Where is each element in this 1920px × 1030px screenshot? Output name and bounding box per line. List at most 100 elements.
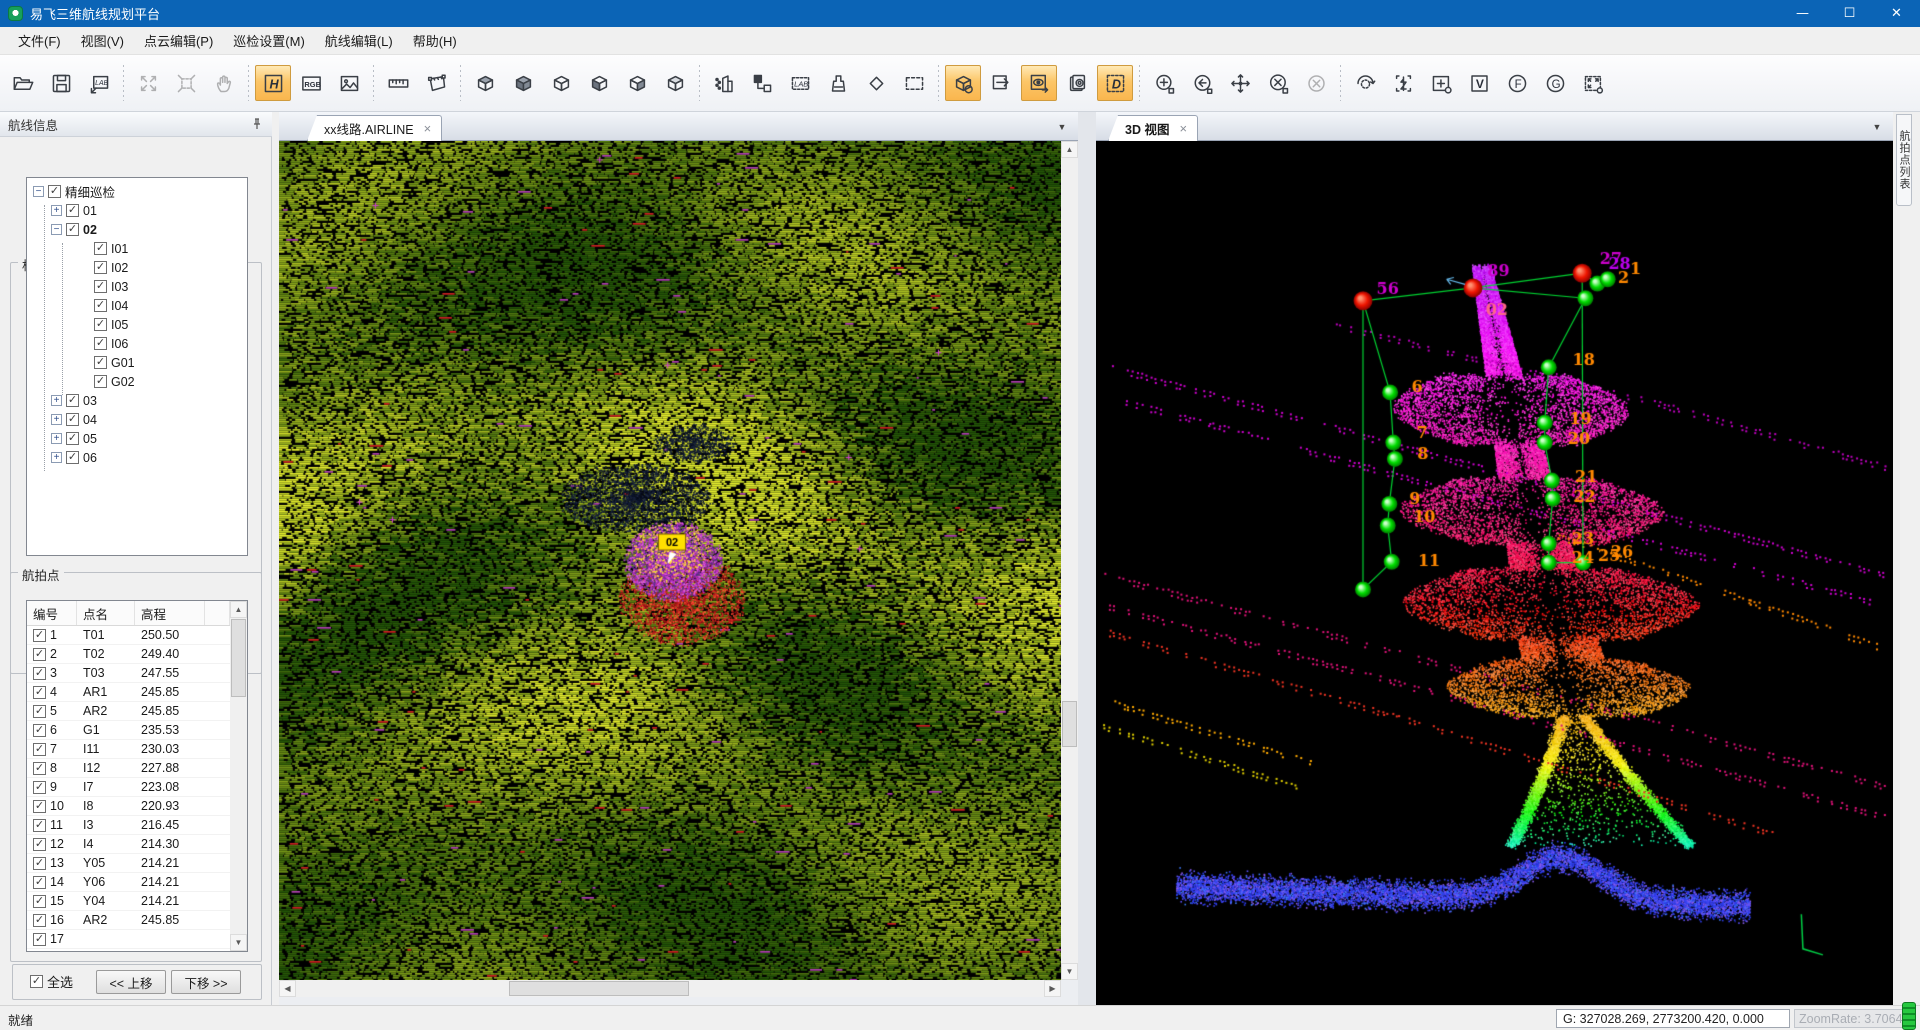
tree-checkbox[interactable]: ✓: [94, 299, 107, 312]
table-row-12[interactable]: ✓12I4214.30: [27, 835, 230, 854]
tab-3d-view[interactable]: 3D 视图 ×: [1108, 115, 1198, 141]
table-row-7[interactable]: ✓7I11230.03: [27, 740, 230, 759]
tree-checkbox[interactable]: ✓: [94, 356, 107, 369]
move-down-button[interactable]: 下移 >>: [171, 970, 241, 994]
toolbar-button-view-back-cube-icon[interactable]: [657, 65, 693, 101]
tree-item-I03[interactable]: ✓I03: [27, 277, 247, 296]
pin-icon[interactable]: [250, 117, 264, 131]
tree-item-04[interactable]: +✓04: [27, 410, 247, 429]
table-header-3[interactable]: 高程: [135, 601, 205, 625]
toolbar-button-v-tool[interactable]: V: [1461, 65, 1497, 101]
expand-toggle-icon[interactable]: +: [51, 414, 62, 425]
row-checkbox[interactable]: ✓: [33, 895, 46, 908]
tree-checkbox[interactable]: ✓: [94, 242, 107, 255]
toolbar-button-save-file-icon[interactable]: [43, 65, 79, 101]
table-scrollbar[interactable]: ▲ ▼: [230, 601, 247, 951]
view-3d-canvas[interactable]: [1096, 141, 1893, 1005]
table-row-16[interactable]: ✓16AR2245.85: [27, 911, 230, 930]
toolbar-button-view-right-cube-icon[interactable]: [581, 65, 617, 101]
toolbar-button-delete-point-icon[interactable]: [1260, 65, 1296, 101]
h-scroll-left-icon[interactable]: ◀: [279, 980, 296, 997]
v-scroll-down-icon[interactable]: ▼: [1061, 963, 1078, 980]
tree-item-I04[interactable]: ✓I04: [27, 296, 247, 315]
toolbar-button-view-left-cube-icon[interactable]: [543, 65, 579, 101]
toolbar-button-export-lab-icon[interactable]: LAB: [81, 65, 117, 101]
menu-item-2[interactable]: 视图(V): [71, 27, 134, 54]
table-header-1[interactable]: 编号: [27, 601, 77, 625]
toolbar-button-f-tool[interactable]: F: [1499, 65, 1535, 101]
expand-toggle-icon[interactable]: +: [51, 452, 62, 463]
toolbar-button-clean-points-icon[interactable]: [820, 65, 856, 101]
toolbar-button-rect-select-icon[interactable]: [896, 65, 932, 101]
toolbar-button-view-top-cube-icon[interactable]: [467, 65, 503, 101]
row-checkbox[interactable]: ✓: [33, 914, 46, 927]
tree-item-I05[interactable]: ✓I05: [27, 315, 247, 334]
select-all-checkbox[interactable]: ✓: [30, 975, 43, 988]
tree-checkbox[interactable]: ✓: [66, 413, 79, 426]
select-all-control[interactable]: ✓ 全选: [30, 972, 73, 991]
h-scroll-thumb[interactable]: [509, 981, 689, 996]
toolbar-button-rotate-view-icon[interactable]: [1347, 65, 1383, 101]
table-row-14[interactable]: ✓14Y06214.21: [27, 873, 230, 892]
menu-item-5[interactable]: 航线编辑(L): [315, 27, 403, 54]
tree-checkbox[interactable]: ✓: [66, 451, 79, 464]
row-checkbox[interactable]: ✓: [33, 819, 46, 832]
row-checkbox[interactable]: ✓: [33, 762, 46, 775]
tree-item-06[interactable]: +✓06: [27, 448, 247, 467]
view-2d-vscrollbar[interactable]: ▲ ▼: [1061, 141, 1078, 980]
tree-item-G01[interactable]: ✓G01: [27, 353, 247, 372]
h-scroll-right-icon[interactable]: ▶: [1044, 980, 1061, 997]
row-checkbox[interactable]: ✓: [33, 781, 46, 794]
table-row-17[interactable]: ✓17: [27, 930, 230, 949]
row-checkbox[interactable]: ✓: [33, 838, 46, 851]
row-checkbox[interactable]: ✓: [33, 686, 46, 699]
tree-checkbox[interactable]: ✓: [94, 375, 107, 388]
table-row-4[interactable]: ✓4AR1245.85: [27, 683, 230, 702]
table-scroll-down-icon[interactable]: ▼: [230, 934, 247, 951]
tab-3d-close-icon[interactable]: ×: [1179, 121, 1187, 136]
toolbar-button-view-front-cube-icon[interactable]: [619, 65, 655, 101]
tree-checkbox[interactable]: ✓: [94, 337, 107, 350]
row-checkbox[interactable]: ✓: [33, 629, 46, 642]
table-row-3[interactable]: ✓3T03247.55: [27, 664, 230, 683]
row-checkbox[interactable]: ✓: [33, 648, 46, 661]
maximize-button[interactable]: ☐: [1826, 0, 1873, 27]
toolbar-button-height-render-icon[interactable]: H: [255, 65, 291, 101]
toolbar-button-measure-area-icon[interactable]: [418, 65, 454, 101]
toolbar-button-clip-box-icon[interactable]: [945, 65, 981, 101]
view-2d-canvas[interactable]: [279, 141, 1061, 980]
expand-toggle-icon[interactable]: +: [51, 395, 62, 406]
toolbar-button-open-file-icon[interactable]: [5, 65, 41, 101]
menu-item-3[interactable]: 点云编辑(P): [134, 27, 223, 54]
toolbar-button-tower-focus-icon[interactable]: [1385, 65, 1421, 101]
table-row-15[interactable]: ✓15Y04214.21: [27, 892, 230, 911]
tab-2d-dropdown-icon[interactable]: ▼: [1054, 120, 1070, 134]
toolbar-button-move-point-icon[interactable]: [1222, 65, 1258, 101]
table-row-5[interactable]: ✓5AR2245.85: [27, 702, 230, 721]
minimize-button[interactable]: —: [1779, 0, 1826, 27]
table-row-11[interactable]: ✓11I3216.45: [27, 816, 230, 835]
tree-item-G02[interactable]: ✓G02: [27, 372, 247, 391]
v-scroll-up-icon[interactable]: ▲: [1061, 141, 1078, 158]
toolbar-button-g-tool[interactable]: G: [1537, 65, 1573, 101]
side-dock-tab[interactable]: 航拍点列表: [1896, 114, 1912, 206]
tree-item-I06[interactable]: ✓I06: [27, 334, 247, 353]
expand-toggle-icon[interactable]: +: [51, 433, 62, 444]
tree-item-I01[interactable]: ✓I01: [27, 239, 247, 258]
toolbar-button-label-edit-icon[interactable]: LAB: [782, 65, 818, 101]
tree-item-03[interactable]: +✓03: [27, 391, 247, 410]
tree-checkbox[interactable]: ✓: [66, 204, 79, 217]
toolbar-button-erase-points-icon[interactable]: [858, 65, 894, 101]
toolbar-button-export-selection[interactable]: [983, 65, 1019, 101]
toolbar-button-classify-points-icon[interactable]: [706, 65, 742, 101]
close-button[interactable]: ✕: [1873, 0, 1920, 27]
toolbar-button-view-selection[interactable]: [1021, 65, 1057, 101]
toolbar-button-view-bottom-cube-icon[interactable]: [505, 65, 541, 101]
row-checkbox[interactable]: ✓: [33, 933, 46, 946]
menu-item-1[interactable]: 文件(F): [8, 27, 71, 54]
row-checkbox[interactable]: ✓: [33, 724, 46, 737]
toolbar-button-measure-distance-icon[interactable]: [380, 65, 416, 101]
table-row-10[interactable]: ✓10I8220.93: [27, 797, 230, 816]
collapse-toggle-icon[interactable]: −: [33, 186, 44, 197]
toolbar-button-link-points-icon[interactable]: [744, 65, 780, 101]
